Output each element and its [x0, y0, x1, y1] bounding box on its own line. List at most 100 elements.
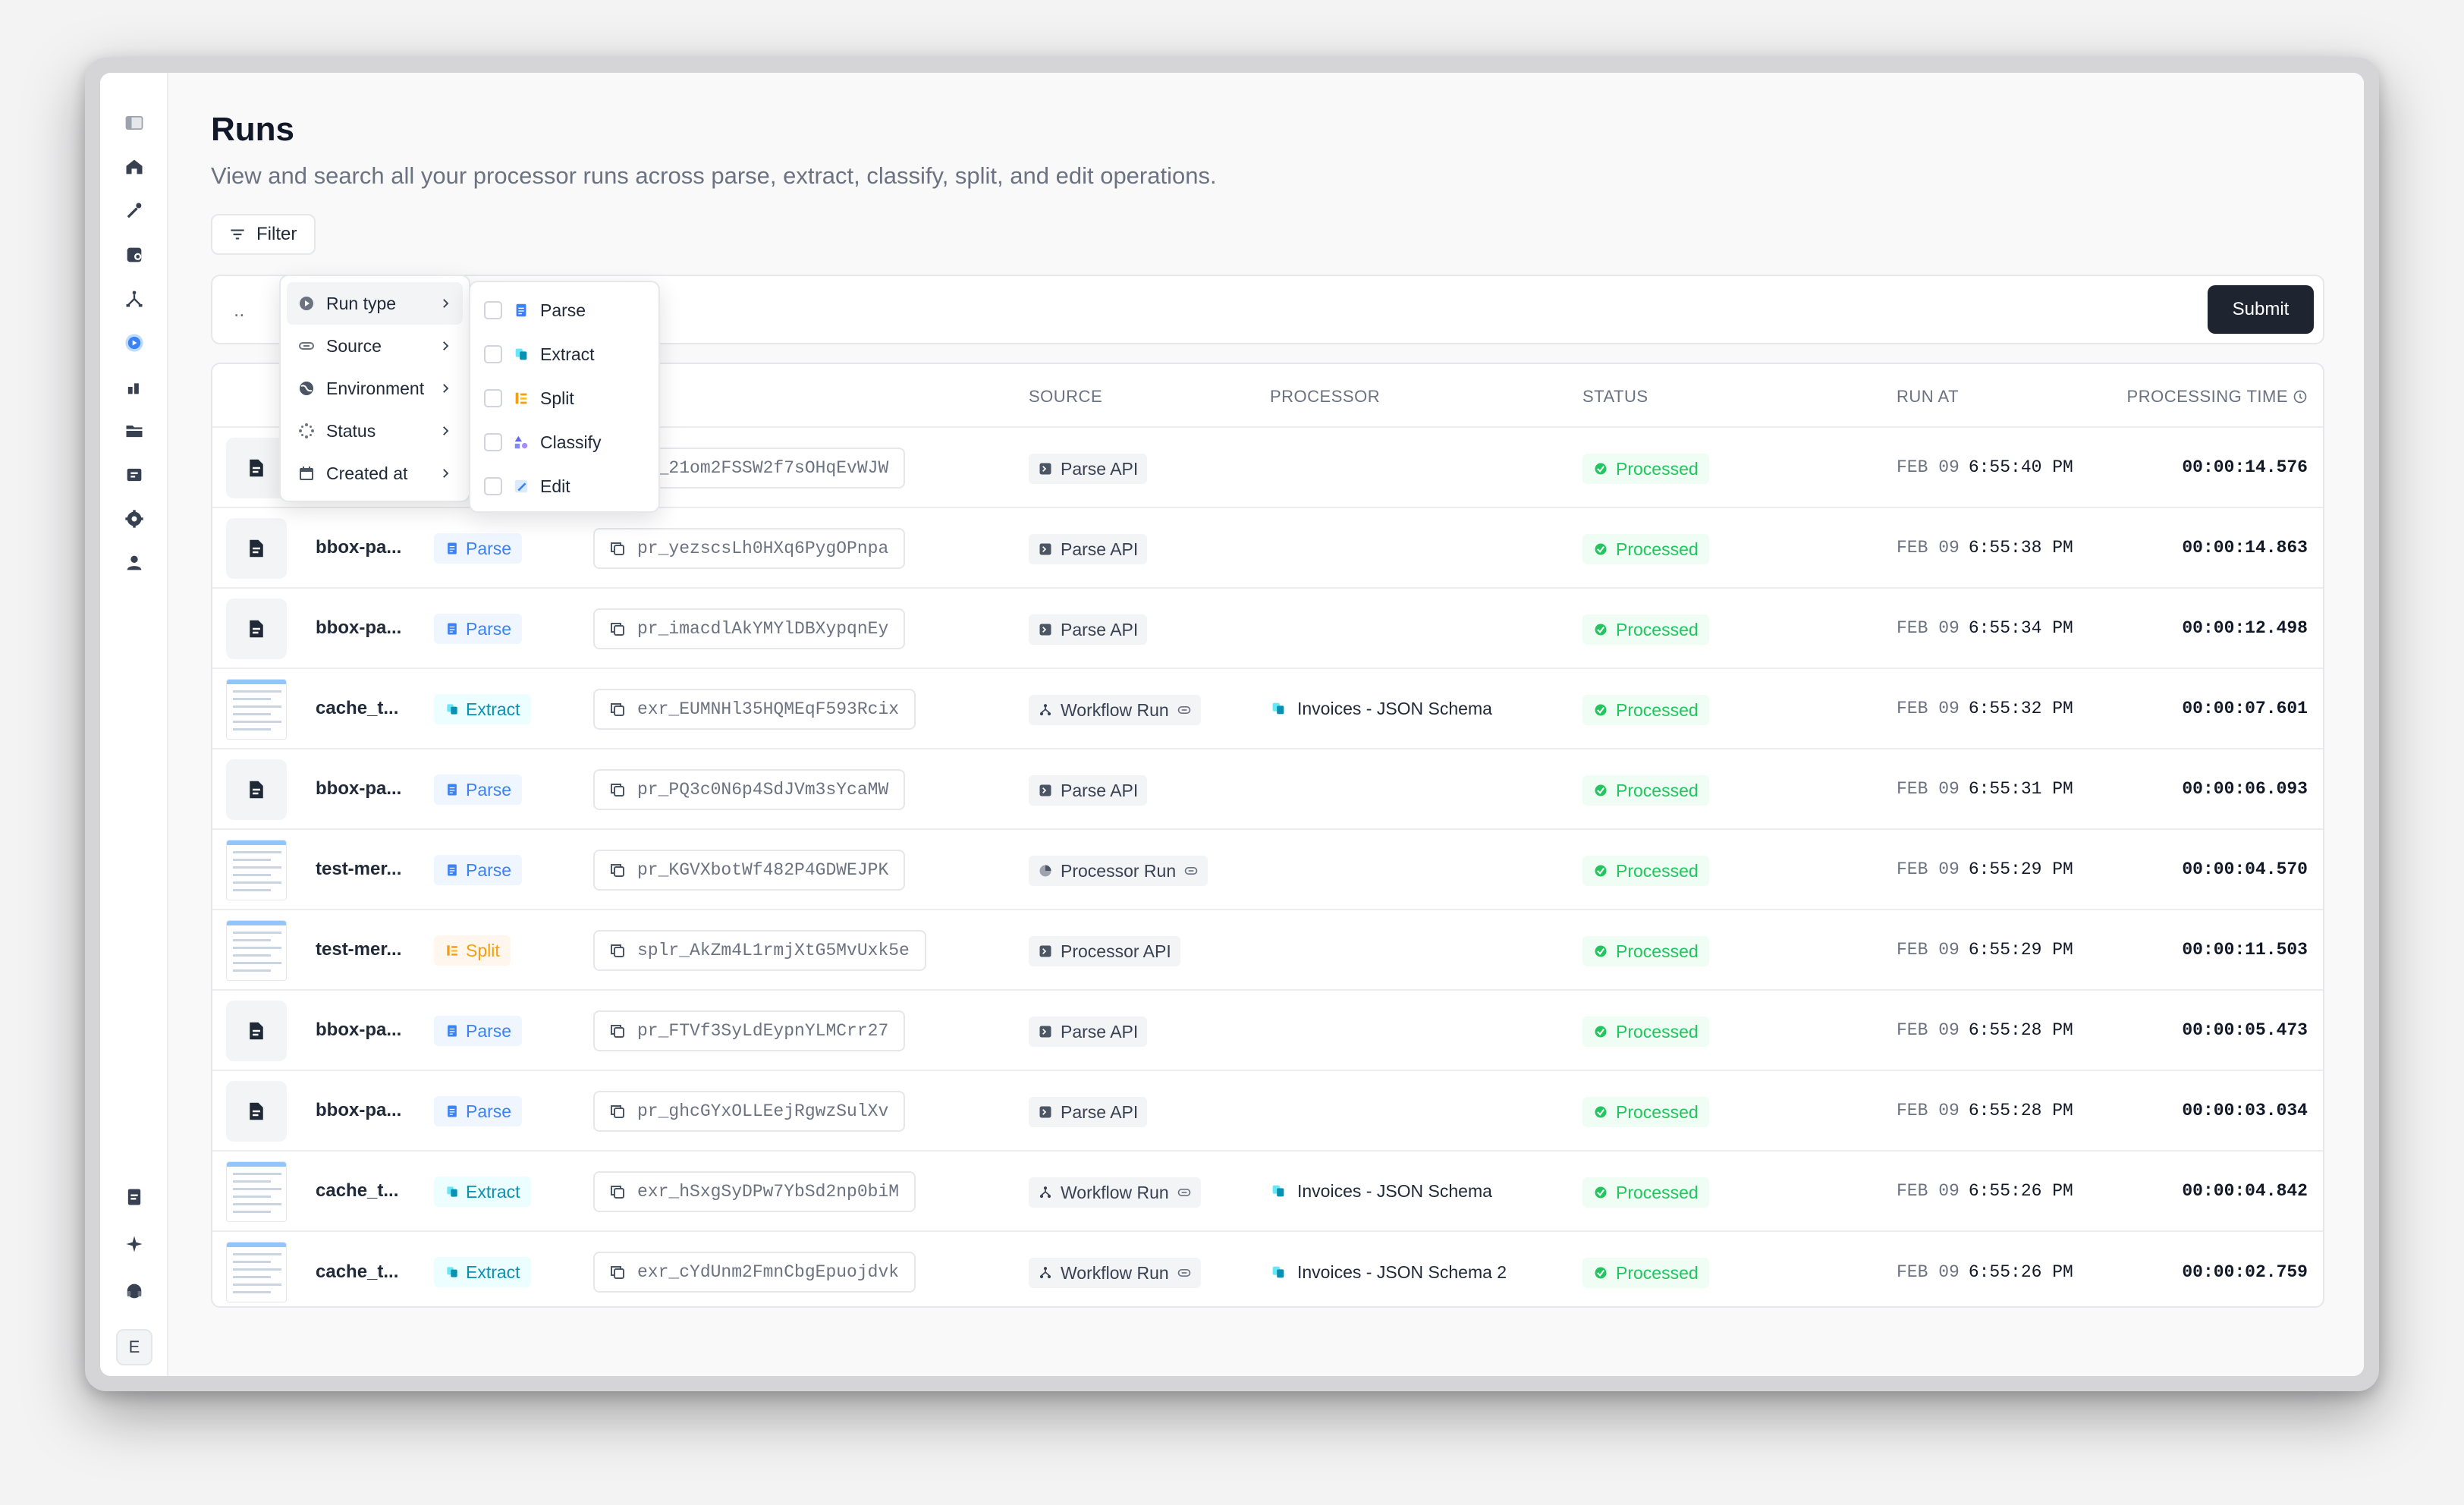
users-icon[interactable] — [122, 551, 146, 575]
run-id-chip[interactable]: exr_hSxgSyDPw7YbSd2np0biM — [593, 1171, 916, 1212]
file-name[interactable]: cache_t... — [316, 669, 398, 748]
table-row[interactable]: bbox-pa... Parse pr_imacdlAkYMYlDBXypqnE… — [212, 589, 2323, 669]
copy-icon[interactable] — [608, 539, 627, 558]
support-icon[interactable] — [122, 1279, 146, 1303]
table-row[interactable]: bbox-pa... Parse pr_yezscsLh0HXq6PygOPnp… — [212, 508, 2323, 589]
external-link-icon[interactable] — [1183, 863, 1199, 878]
filter-button[interactable]: Filter — [211, 214, 316, 255]
source-badge[interactable]: Workflow Run — [1029, 1177, 1201, 1208]
checkbox[interactable] — [484, 477, 502, 495]
file-name[interactable]: cache_t... — [316, 1232, 398, 1306]
workflow-icon[interactable] — [122, 287, 146, 311]
run-type-option-extract[interactable]: Extract — [476, 332, 652, 376]
run-id-chip[interactable]: pr_KGVXbotWf482P4GDWEJPK — [593, 850, 906, 891]
submit-button[interactable]: Submit — [2208, 285, 2314, 334]
database-icon[interactable] — [122, 243, 146, 267]
checkbox[interactable] — [484, 345, 502, 363]
run-id-chip[interactable]: pr_ghcGYxOLLEejRgwzSulXv — [593, 1091, 906, 1132]
checkbox[interactable] — [484, 389, 502, 407]
checkbox[interactable] — [484, 301, 502, 319]
table-row[interactable]: bbox-pa... Parse pr_FTVf3SyLdEypnYLMCrr2… — [212, 991, 2323, 1071]
column-header-processing-time[interactable]: PROCESSING TIME — [2127, 387, 2308, 407]
file-name[interactable]: bbox-pa... — [316, 991, 401, 1070]
file-thumbnail[interactable] — [226, 599, 287, 659]
source-badge[interactable]: Workflow Run — [1029, 695, 1201, 725]
run-id-chip[interactable]: exr_cYdUnm2FmnCbgEpuojdvk — [593, 1252, 916, 1293]
processor-cell[interactable]: Invoices - JSON Schema 2 — [1270, 1232, 1507, 1306]
run-type-option-split[interactable]: Split — [476, 376, 652, 420]
filter-menu-item-source[interactable]: Source — [287, 325, 463, 367]
checkbox[interactable] — [484, 433, 502, 451]
filter-menu-item-run-type[interactable]: Run type — [287, 282, 463, 325]
copy-icon[interactable] — [608, 861, 627, 879]
info-icon[interactable] — [2293, 389, 2308, 404]
source-badge[interactable]: Processor API — [1029, 936, 1180, 966]
files-icon[interactable] — [122, 463, 146, 487]
avatar[interactable]: E — [116, 1329, 152, 1365]
run-id-chip[interactable]: pr_PQ3c0N6p4SdJVm3sYcaMW — [593, 769, 906, 810]
table-row[interactable]: cache_t... Extract exr_hSxgSyDPw7YbSd2np… — [212, 1152, 2323, 1232]
file-name[interactable]: bbox-pa... — [316, 1071, 401, 1150]
filter-menu-item-created-at[interactable]: Created at — [287, 452, 463, 495]
docs-icon[interactable] — [122, 1185, 146, 1209]
file-thumbnail[interactable] — [226, 759, 287, 820]
column-header-run-at[interactable]: RUN AT — [1897, 387, 1959, 407]
external-link-icon[interactable] — [1177, 702, 1192, 718]
run-id-chip[interactable]: splr_AkZm4L1rmjXtG5MvUxk5e — [593, 930, 926, 971]
source-badge[interactable]: Parse API — [1029, 775, 1148, 806]
run-id-chip[interactable]: pr_imacdlAkYMYlDBXypqnEy — [593, 608, 906, 649]
file-thumbnail[interactable] — [226, 1001, 287, 1061]
table-row[interactable]: cache_t... Extract exr_cYdUnm2FmnCbgEpuo… — [212, 1232, 2323, 1306]
file-thumbnail[interactable] — [226, 1081, 287, 1142]
copy-icon[interactable] — [608, 700, 627, 718]
run-id-chip[interactable]: pr_FTVf3SyLdEypnYLMCrr27 — [593, 1010, 906, 1051]
run-type-option-edit[interactable]: Edit — [476, 464, 652, 508]
table-row[interactable]: cache_t... Extract exr_EUMNHl35HQMEqF593… — [212, 669, 2323, 749]
document-thumbnail[interactable] — [226, 1242, 287, 1302]
home-icon[interactable] — [122, 155, 146, 179]
file-thumbnail[interactable] — [226, 518, 287, 579]
copy-icon[interactable] — [608, 620, 627, 638]
settings-icon[interactable] — [122, 507, 146, 531]
table-row[interactable]: bbox-pa... Parse pr_PQ3c0N6p4SdJVm3sYcaM… — [212, 749, 2323, 830]
source-badge[interactable]: Parse API — [1029, 534, 1148, 564]
copy-icon[interactable] — [608, 781, 627, 799]
file-name[interactable]: test-mer... — [316, 830, 401, 909]
chart-icon[interactable] — [122, 375, 146, 399]
processor-cell[interactable]: Invoices - JSON Schema — [1270, 1152, 1492, 1230]
run-type-option-classify[interactable]: Classify — [476, 420, 652, 464]
source-badge[interactable]: Parse API — [1029, 1097, 1148, 1127]
column-header-source[interactable]: SOURCE — [1029, 387, 1102, 407]
file-name[interactable]: bbox-pa... — [316, 749, 401, 828]
sidebar-toggle-icon[interactable] — [122, 111, 146, 135]
file-name[interactable]: cache_t... — [316, 1152, 398, 1230]
copy-icon[interactable] — [608, 941, 627, 960]
document-thumbnail[interactable] — [226, 1161, 287, 1222]
file-name[interactable]: bbox-pa... — [316, 508, 401, 587]
column-header-processor[interactable]: PROCESSOR — [1270, 387, 1380, 407]
file-name[interactable]: bbox-pa... — [316, 589, 401, 668]
tools-icon[interactable] — [122, 199, 146, 223]
filter-menu-item-status[interactable]: Status — [287, 410, 463, 452]
sparkle-icon[interactable] — [122, 1232, 146, 1256]
source-badge[interactable]: Parse API — [1029, 614, 1148, 645]
copy-icon[interactable] — [608, 1022, 627, 1040]
table-row[interactable]: test-mer... Parse pr_KGVXbotWf482P4GDWEJ… — [212, 830, 2323, 910]
folder-icon[interactable] — [122, 419, 146, 443]
run-type-option-parse[interactable]: Parse — [476, 288, 652, 332]
document-thumbnail[interactable] — [226, 840, 287, 900]
run-id-chip[interactable]: exr_EUMNHl35HQMEqF593Rcix — [593, 689, 916, 730]
run-id-chip[interactable]: pr_yezscsLh0HXq6PygOPnpa — [593, 528, 906, 569]
table-row[interactable]: bbox-pa... Parse pr_ghcGYxOLLEejRgwzSulX… — [212, 1071, 2323, 1152]
table-row[interactable]: test-mer... Split splr_AkZm4L1rmjXtG5MvU… — [212, 910, 2323, 991]
source-badge[interactable]: Workflow Run — [1029, 1258, 1201, 1288]
file-name[interactable]: test-mer... — [316, 910, 401, 989]
document-thumbnail[interactable] — [226, 679, 287, 740]
processor-cell[interactable]: Invoices - JSON Schema — [1270, 669, 1492, 748]
copy-icon[interactable] — [608, 1183, 627, 1201]
document-thumbnail[interactable] — [226, 920, 287, 981]
copy-icon[interactable] — [608, 1263, 627, 1281]
external-link-icon[interactable] — [1177, 1265, 1192, 1280]
file-thumbnail[interactable] — [226, 438, 287, 498]
runs-icon[interactable] — [122, 331, 146, 355]
